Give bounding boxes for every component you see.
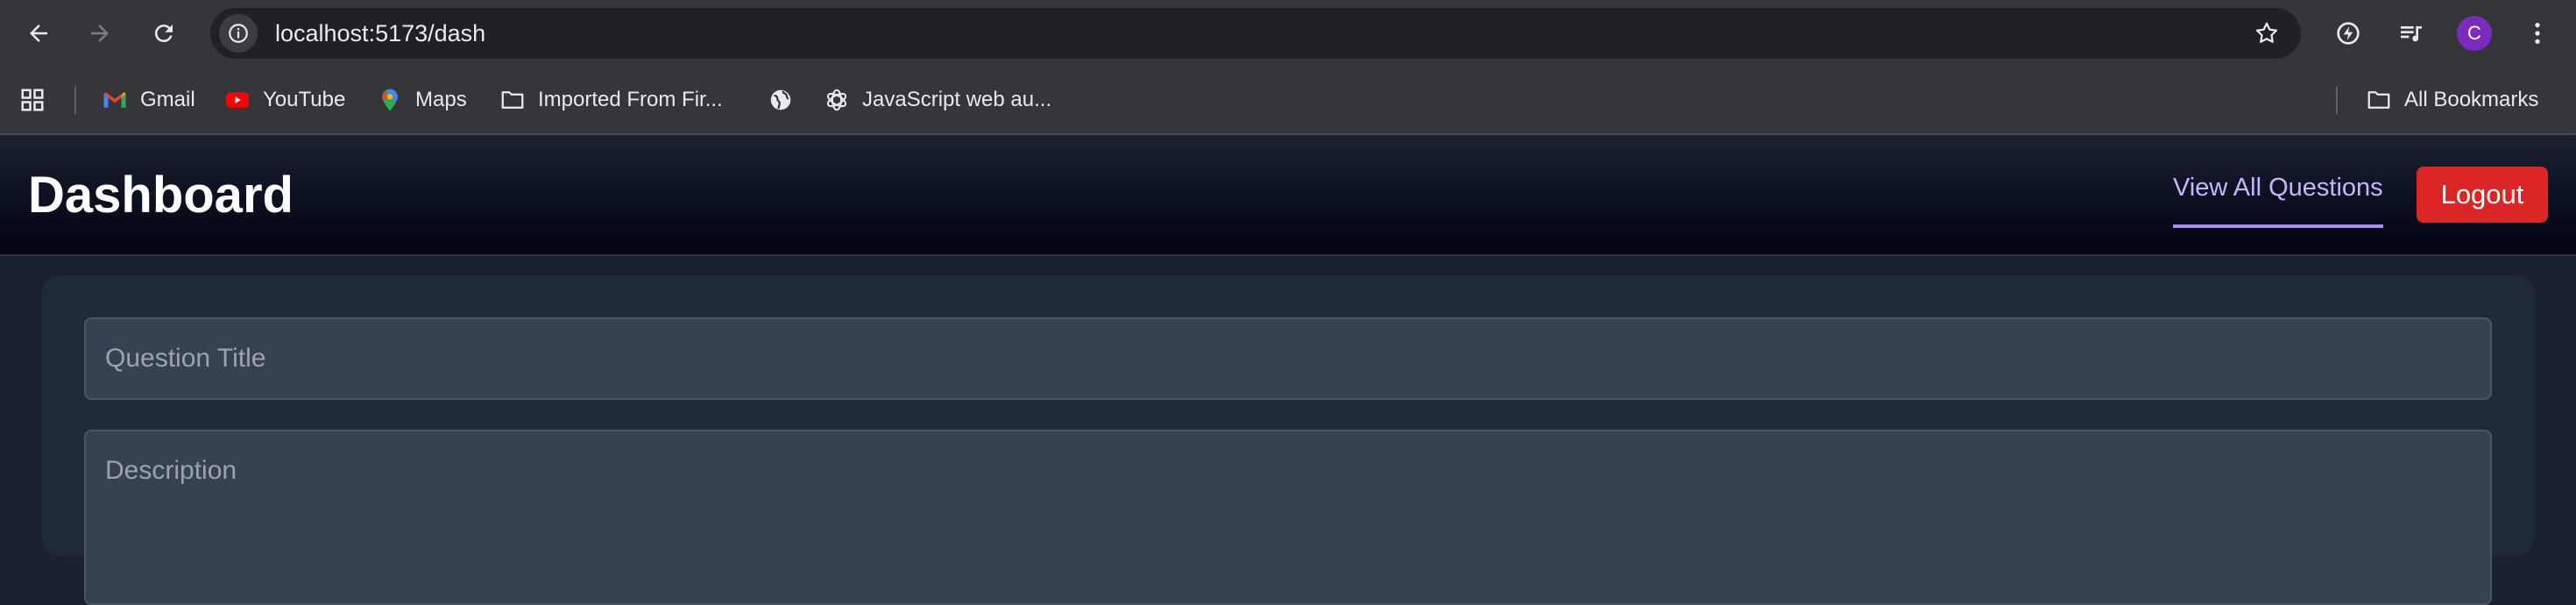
bookmark-globe[interactable]: [768, 81, 806, 119]
site-info-button[interactable]: [219, 14, 258, 53]
youtube-icon: [225, 92, 250, 108]
reload-button[interactable]: [146, 16, 181, 51]
profile-avatar[interactable]: C: [2457, 16, 2492, 51]
kebab-menu-icon: [2535, 23, 2540, 44]
logout-button[interactable]: Logout: [2417, 167, 2548, 223]
bookmark-youtube[interactable]: YouTube: [224, 81, 345, 119]
folder-icon: [501, 91, 524, 109]
question-title-input[interactable]: [84, 317, 2492, 400]
bookmark-folder-imported[interactable]: Imported From Fir...: [499, 81, 723, 119]
maps-icon: [382, 89, 398, 111]
bookmark-label: Gmail: [140, 88, 195, 111]
reload-icon: [154, 25, 173, 43]
performance-icon: [2337, 22, 2360, 45]
folder-icon: [2367, 91, 2390, 109]
bookmarks-bar: Gmail YouTube Maps Imported From Fir... …: [0, 67, 2576, 135]
page-title: Dashboard: [28, 167, 294, 224]
forward-arrow-icon: [91, 25, 109, 42]
forward-button[interactable]: [82, 16, 117, 51]
apps-grid-icon: [21, 89, 44, 111]
address-bar[interactable]: localhost:5173/dash: [210, 8, 2301, 59]
all-bookmarks-label: All Bookmarks: [2404, 88, 2539, 111]
bookmark-star-icon[interactable]: [2254, 20, 2280, 46]
playlist-music-icon: [2401, 26, 2422, 42]
all-bookmarks-button[interactable]: All Bookmarks: [2366, 81, 2538, 119]
browser-toolbar: localhost:5173/dash C: [0, 0, 2576, 67]
bookmark-maps[interactable]: Maps: [377, 81, 467, 119]
bookmark-label: Maps: [415, 88, 467, 111]
openai-icon: [826, 89, 847, 111]
bookmark-javascript[interactable]: JavaScript web au...: [824, 81, 1051, 119]
back-arrow-icon: [30, 25, 47, 42]
bookmark-label: JavaScript web au...: [862, 88, 1052, 111]
bookmarks-divider: [74, 86, 76, 114]
gmail-icon: [103, 92, 126, 108]
view-all-questions-link[interactable]: View All Questions: [2173, 168, 2383, 228]
question-form-card: [42, 275, 2534, 605]
description-textarea[interactable]: [84, 430, 2492, 605]
performance-button[interactable]: [2331, 16, 2366, 51]
info-icon: [229, 24, 248, 43]
apps-button[interactable]: [19, 81, 46, 119]
app-header: Dashboard View All Questions Logout: [0, 135, 2576, 256]
browser-menu-button[interactable]: [2520, 16, 2555, 51]
globe-icon: [770, 89, 791, 110]
bookmarks-divider: [2336, 86, 2338, 114]
bookmark-label: YouTube: [263, 88, 346, 111]
back-button[interactable]: [21, 16, 56, 51]
url-text[interactable]: localhost:5173/dash: [275, 8, 485, 59]
bookmark-label: Imported From Fir...: [538, 88, 723, 111]
media-controls-button[interactable]: [2394, 16, 2429, 51]
bookmark-gmail[interactable]: Gmail: [102, 81, 195, 119]
